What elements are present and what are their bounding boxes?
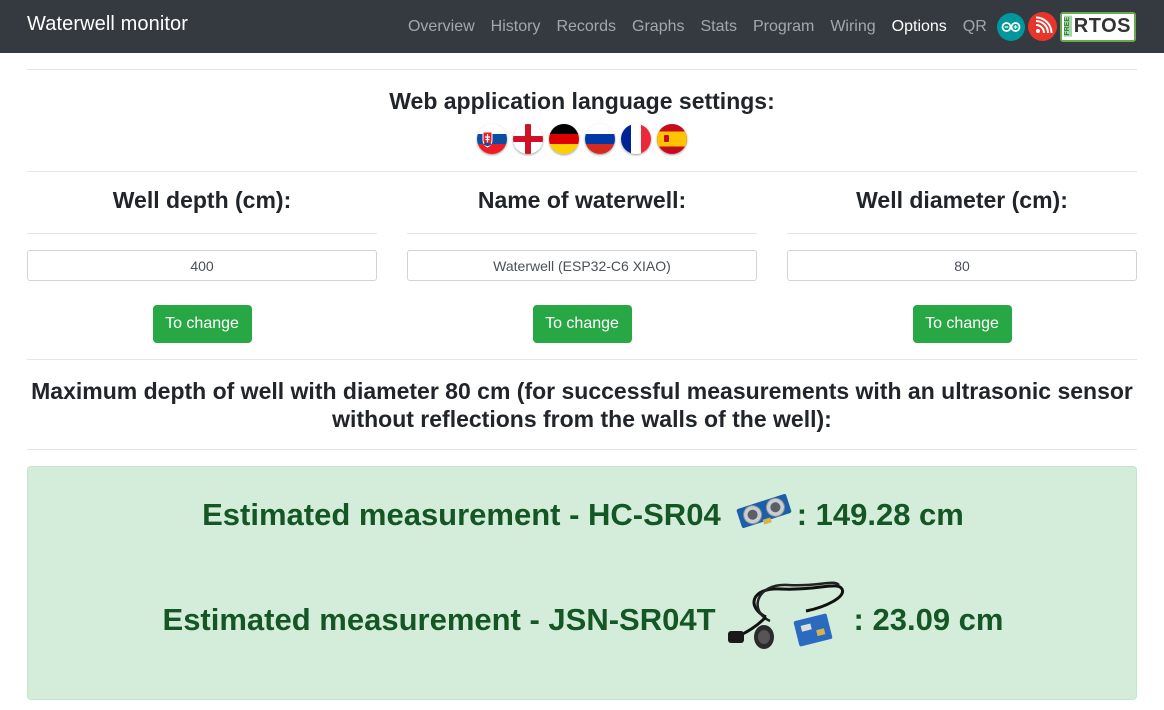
platform-icons: FREE RTOS	[996, 11, 1136, 42]
nav-link-records[interactable]: Records	[556, 18, 616, 36]
waterwell-name-change-button[interactable]: To change	[532, 305, 632, 343]
french-flag-icon[interactable]	[621, 124, 651, 154]
well-depth-section: Well depth (cm): To change	[27, 187, 377, 343]
well-diameter-section: Well diameter (cm): To change	[787, 187, 1137, 343]
divider	[27, 171, 1137, 172]
freertos-free-label: FREE	[1063, 16, 1072, 37]
estimate-panel: Estimated measurement - HC-SR04 : 149.28…	[27, 466, 1137, 700]
waterwell-name-section: Name of waterwell: To change	[407, 187, 757, 343]
slovak-flag-icon[interactable]	[477, 124, 507, 154]
waterwell-name-heading: Name of waterwell:	[477, 187, 687, 213]
jsn-sr04t-estimate: Estimated measurement - JSN-SR04T : 23.0…	[28, 577, 1138, 663]
well-diameter-heading: Well diameter (cm):	[856, 187, 1068, 213]
arduino-icon[interactable]	[996, 12, 1025, 41]
german-flag-icon[interactable]	[549, 124, 579, 154]
well-diameter-input[interactable]	[787, 250, 1137, 281]
divider	[27, 233, 377, 234]
divider	[407, 233, 757, 234]
nav-link-overview[interactable]: Overview	[408, 18, 475, 36]
nav-link-stats[interactable]: Stats	[700, 18, 736, 36]
spanish-flag-icon[interactable]	[657, 124, 687, 154]
nav-links: Overview History Records Graphs Stats Pr…	[392, 0, 1136, 53]
nav-link-history[interactable]: History	[491, 18, 541, 36]
max-depth-line-2: without reflections from the walls of th…	[332, 406, 832, 432]
well-depth-change-button[interactable]: To change	[152, 305, 252, 343]
divider	[27, 449, 1137, 450]
nav-link-options[interactable]: Options	[892, 18, 947, 36]
language-flags	[0, 124, 1164, 154]
russian-flag-icon[interactable]	[585, 124, 615, 154]
nav-link-wiring[interactable]: Wiring	[830, 18, 875, 36]
top-navbar: Waterwell monitor Overview History Recor…	[0, 0, 1164, 53]
nav-link-graphs[interactable]: Graphs	[632, 18, 684, 36]
well-depth-input[interactable]	[27, 250, 377, 281]
well-depth-heading: Well depth (cm):	[112, 187, 292, 213]
divider	[27, 69, 1137, 70]
hc-sr04-value: : 149.28 cm	[796, 497, 964, 532]
divider	[787, 233, 1137, 234]
hc-sr04-sensor-icon	[735, 489, 793, 541]
nav-link-program[interactable]: Program	[753, 18, 814, 36]
max-depth-line-1: Maximum depth of well with diameter 80 c…	[31, 378, 1133, 404]
freertos-label: RTOS	[1073, 15, 1131, 37]
english-flag-icon[interactable]	[513, 124, 543, 154]
well-diameter-change-button[interactable]: To change	[912, 305, 1012, 343]
espressif-icon[interactable]	[1027, 12, 1057, 41]
jsn-sr04t-sensor-icon	[726, 577, 848, 663]
waterwell-name-input[interactable]	[407, 250, 757, 281]
freertos-icon[interactable]: FREE RTOS	[1059, 11, 1136, 42]
nav-link-qr[interactable]: QR	[963, 18, 987, 36]
jsn-sr04t-value: : 23.09 cm	[853, 602, 1004, 637]
brand-title[interactable]: Waterwell monitor	[27, 13, 188, 36]
language-settings-title: Web application language settings:	[389, 88, 775, 114]
hc-sr04-estimate: Estimated measurement - HC-SR04 : 149.28…	[28, 489, 1138, 541]
jsn-sr04t-label: Estimated measurement - JSN-SR04T	[162, 602, 716, 637]
divider	[27, 359, 1137, 360]
max-depth-heading: Maximum depth of well with diameter 80 c…	[27, 377, 1137, 433]
hc-sr04-label: Estimated measurement - HC-SR04	[202, 497, 721, 532]
